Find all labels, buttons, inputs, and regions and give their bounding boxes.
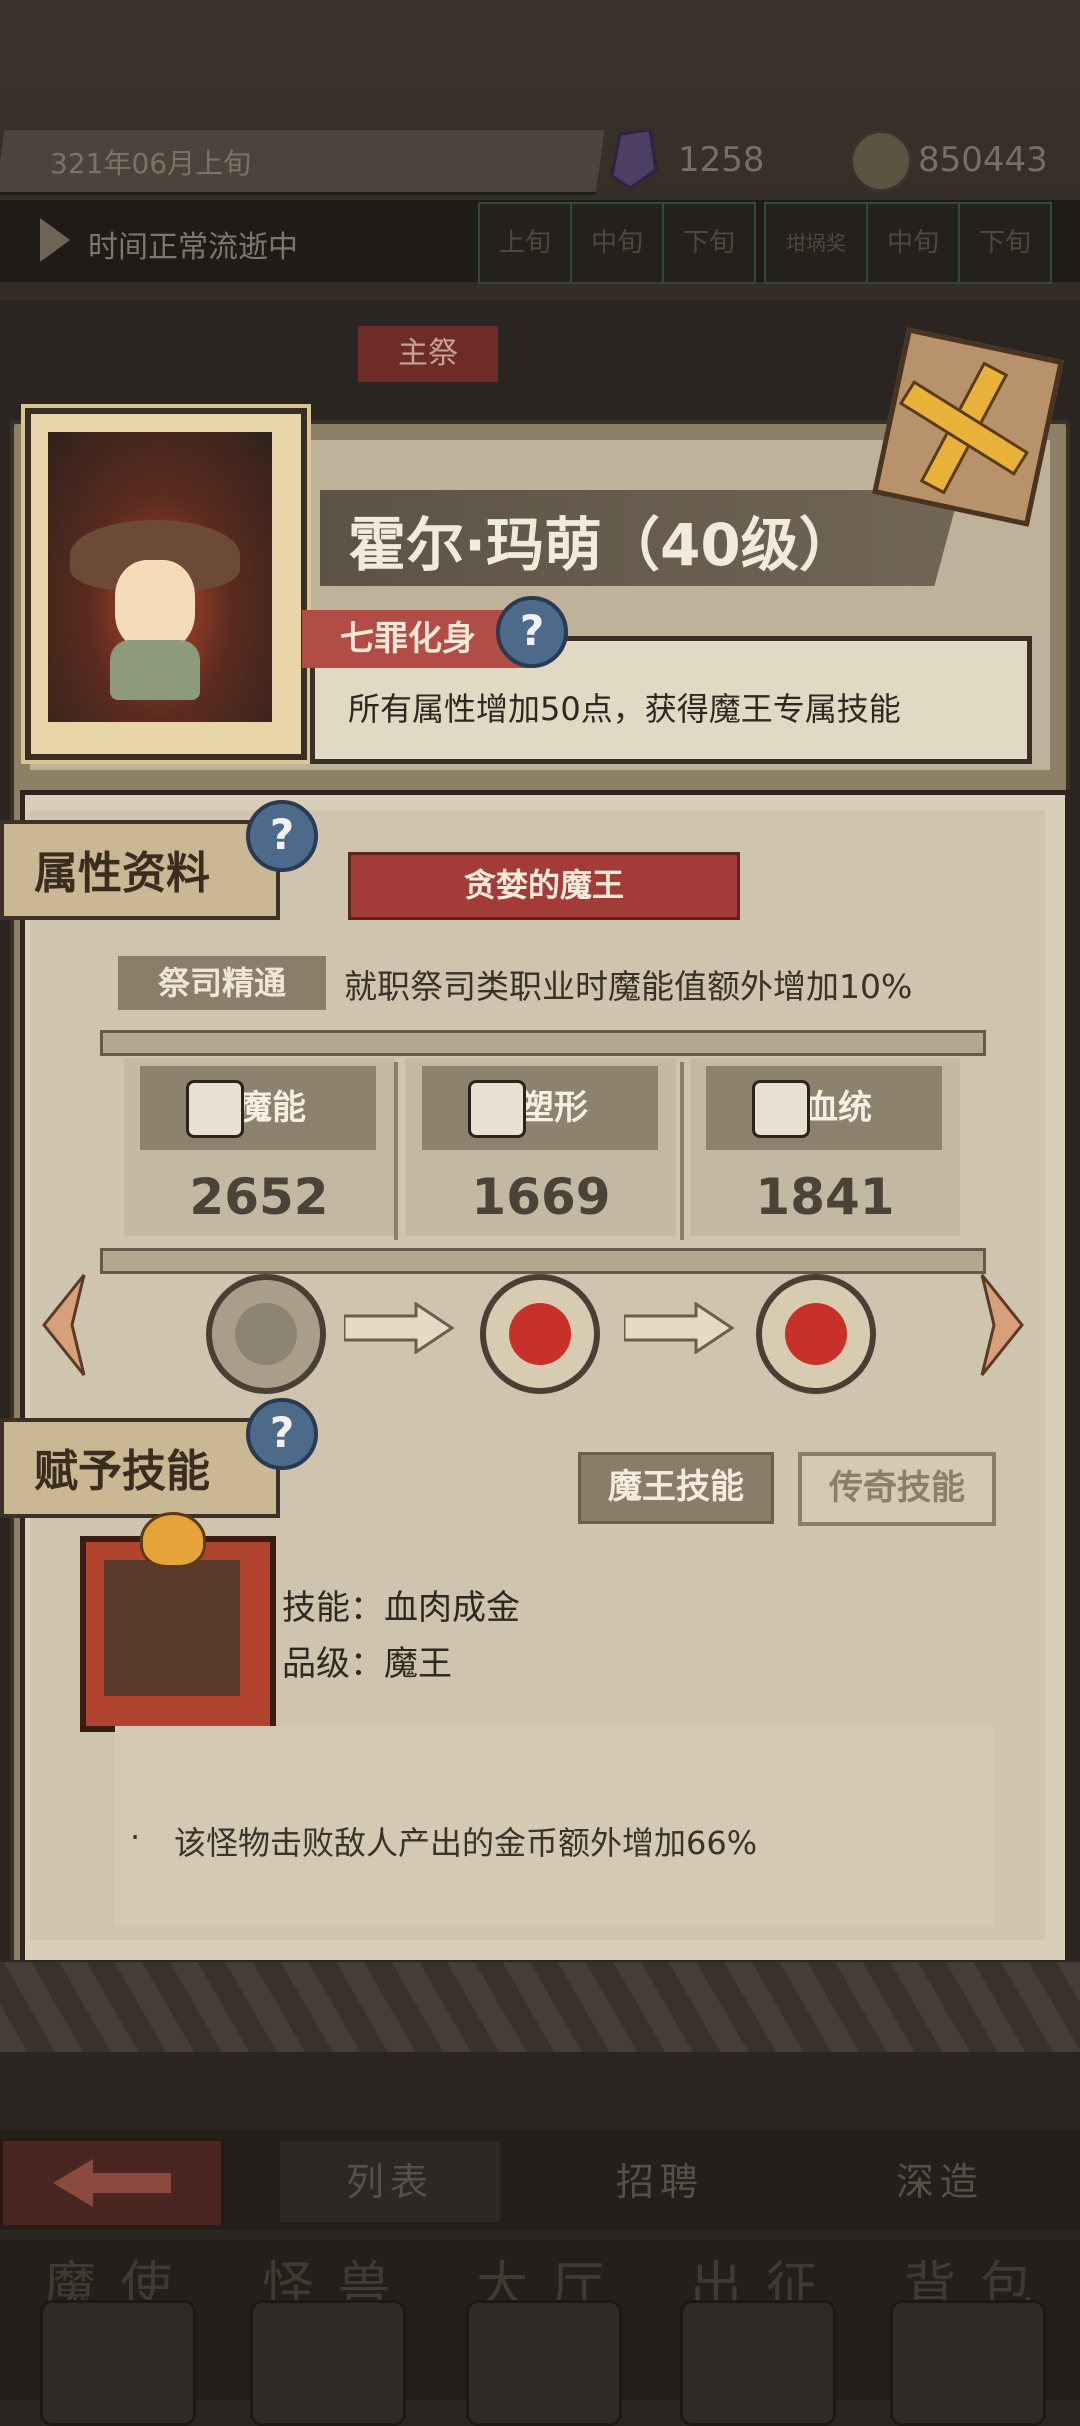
flesh-to-gold-icon [104, 1560, 240, 1696]
body-icon [468, 1080, 526, 1138]
evolution-stage-2[interactable] [480, 1274, 600, 1394]
tab-list[interactable]: 列表 [280, 2142, 500, 2222]
tab-recruit[interactable]: 招聘 [540, 2142, 780, 2222]
tab-advance[interactable]: 深造 [820, 2142, 1060, 2222]
stat-label-magic: 魔能 [140, 1066, 376, 1150]
tab-demon-skill[interactable]: 魔王技能 [578, 1452, 774, 1524]
pot-segment-late[interactable]: 下旬 [958, 202, 1052, 284]
gold-coin-icon [850, 130, 912, 192]
time-status: 时间正常流逝中 [88, 230, 298, 265]
pot-segment-mid[interactable]: 中旬 [866, 202, 960, 284]
play-icon[interactable] [40, 218, 70, 262]
trait-help-icon[interactable]: ? [496, 596, 568, 668]
stat-label-form: 塑形 [422, 1066, 658, 1150]
character-body [110, 640, 200, 700]
skill-crest-icon [140, 1512, 206, 1568]
trait-description: 所有属性增加50点，获得魔王专属技能 [348, 690, 901, 728]
arrow-right-icon [344, 1302, 454, 1354]
stat-divider [394, 1062, 398, 1240]
character-face [115, 560, 195, 650]
bullet: · [130, 1818, 141, 1856]
crystal-icon [610, 130, 658, 188]
skill-grade: 品级：魔王 [282, 1644, 452, 1684]
evolution-stage-1[interactable] [206, 1274, 326, 1394]
time-segment-late[interactable]: 下旬 [662, 202, 756, 284]
arrow-right-icon [624, 1302, 734, 1354]
skill-description: 该怪物击败敌人产出的金币额外增加66% [174, 1824, 758, 1862]
hall-icon[interactable] [466, 2300, 622, 2426]
class-bonus-text: 就职祭司类职业时魔能值额外增加10% [344, 967, 913, 1006]
back-arrow-icon [53, 2159, 171, 2207]
character-title: 贪婪的魔王 [348, 852, 740, 920]
zigzag-border [0, 1962, 1080, 2052]
stat-rail-top [100, 1030, 986, 1056]
bloodline-icon [752, 1080, 810, 1138]
stat-rail-bottom [100, 1248, 986, 1274]
skill-name: 技能：血肉成金 [282, 1588, 520, 1628]
tab-legend-skill[interactable]: 传奇技能 [798, 1452, 996, 1526]
hooded-figure-icon [235, 1303, 297, 1365]
stat-divider [680, 1062, 684, 1240]
back-button[interactable] [0, 2138, 224, 2228]
evolution-stage-3[interactable] [756, 1274, 876, 1394]
stat-label-bloodline: 血统 [706, 1066, 942, 1150]
class-bonus-tag: 祭司精通 [118, 956, 326, 1010]
bag-icon[interactable] [890, 2300, 1046, 2426]
demon-emblem-icon [785, 1303, 847, 1365]
expedition-icon[interactable] [680, 2300, 836, 2426]
time-segment-early[interactable]: 上旬 [478, 202, 572, 284]
chevron-left-icon[interactable] [34, 1270, 94, 1380]
time-segment-mid[interactable]: 中旬 [570, 202, 664, 284]
game-date: 321年06月上旬 [50, 147, 252, 180]
stat-value-bloodline: 1841 [755, 1168, 895, 1226]
crystal-count: 1258 [678, 140, 765, 180]
magic-icon [186, 1080, 244, 1138]
skull-icon[interactable] [40, 2300, 196, 2426]
gold-count: 850443 [918, 140, 1048, 180]
character-name: 霍尔·玛萌（40级） [348, 511, 857, 579]
attributes-help-icon[interactable]: ? [246, 800, 318, 872]
stat-value-magic: 2652 [189, 1168, 329, 1226]
monster-icon[interactable] [250, 2300, 406, 2426]
demon-emblem-icon [509, 1303, 571, 1365]
chevron-right-icon[interactable] [972, 1270, 1032, 1380]
pot-reward[interactable]: 坩埚奖 [764, 202, 868, 284]
skills-section-label: 赋予技能 [0, 1418, 280, 1518]
stat-value-form: 1669 [471, 1168, 611, 1226]
skills-help-icon[interactable]: ? [246, 1398, 318, 1470]
attributes-section-label: 属性资料 [0, 820, 280, 920]
tab-main-priest[interactable]: 主祭 [358, 326, 498, 382]
